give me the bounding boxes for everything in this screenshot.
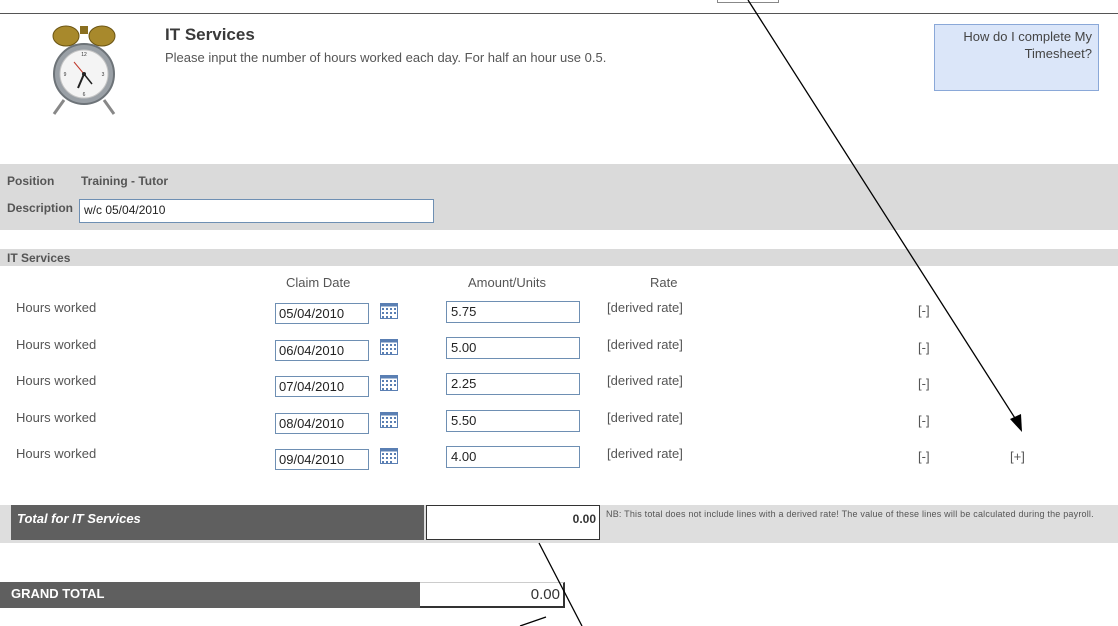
annotation-arrows — [519, 0, 1022, 626]
